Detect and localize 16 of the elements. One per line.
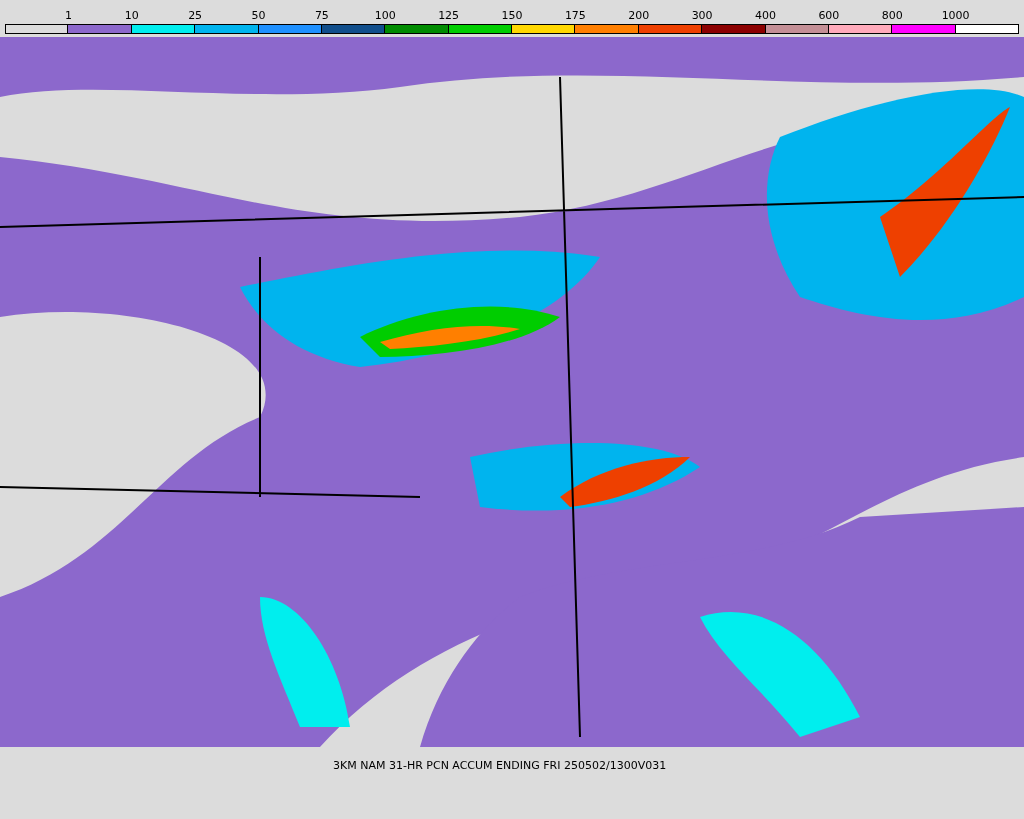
legend-label: 600 bbox=[818, 8, 840, 24]
legend-label: 150 bbox=[501, 8, 523, 24]
legend-label: 1 bbox=[64, 8, 72, 24]
legend-label: 125 bbox=[438, 8, 460, 24]
legend-label: 175 bbox=[564, 8, 586, 24]
legend-label: 25 bbox=[188, 8, 203, 24]
map-caption: 3KM NAM 31-HR PCN ACCUM ENDING FRI 250502/1300V031 bbox=[333, 759, 667, 772]
legend-label: 50 bbox=[251, 8, 266, 24]
legend-label: 75 bbox=[314, 8, 329, 24]
legend-label: 800 bbox=[881, 8, 903, 24]
legend-label: 200 bbox=[628, 8, 650, 24]
legend-label: 300 bbox=[691, 8, 713, 24]
legend-label: 10 bbox=[124, 8, 139, 24]
legend-label: 1000 bbox=[941, 8, 970, 24]
legend-label: 100 bbox=[374, 8, 396, 24]
legend-label: 400 bbox=[755, 8, 776, 24]
